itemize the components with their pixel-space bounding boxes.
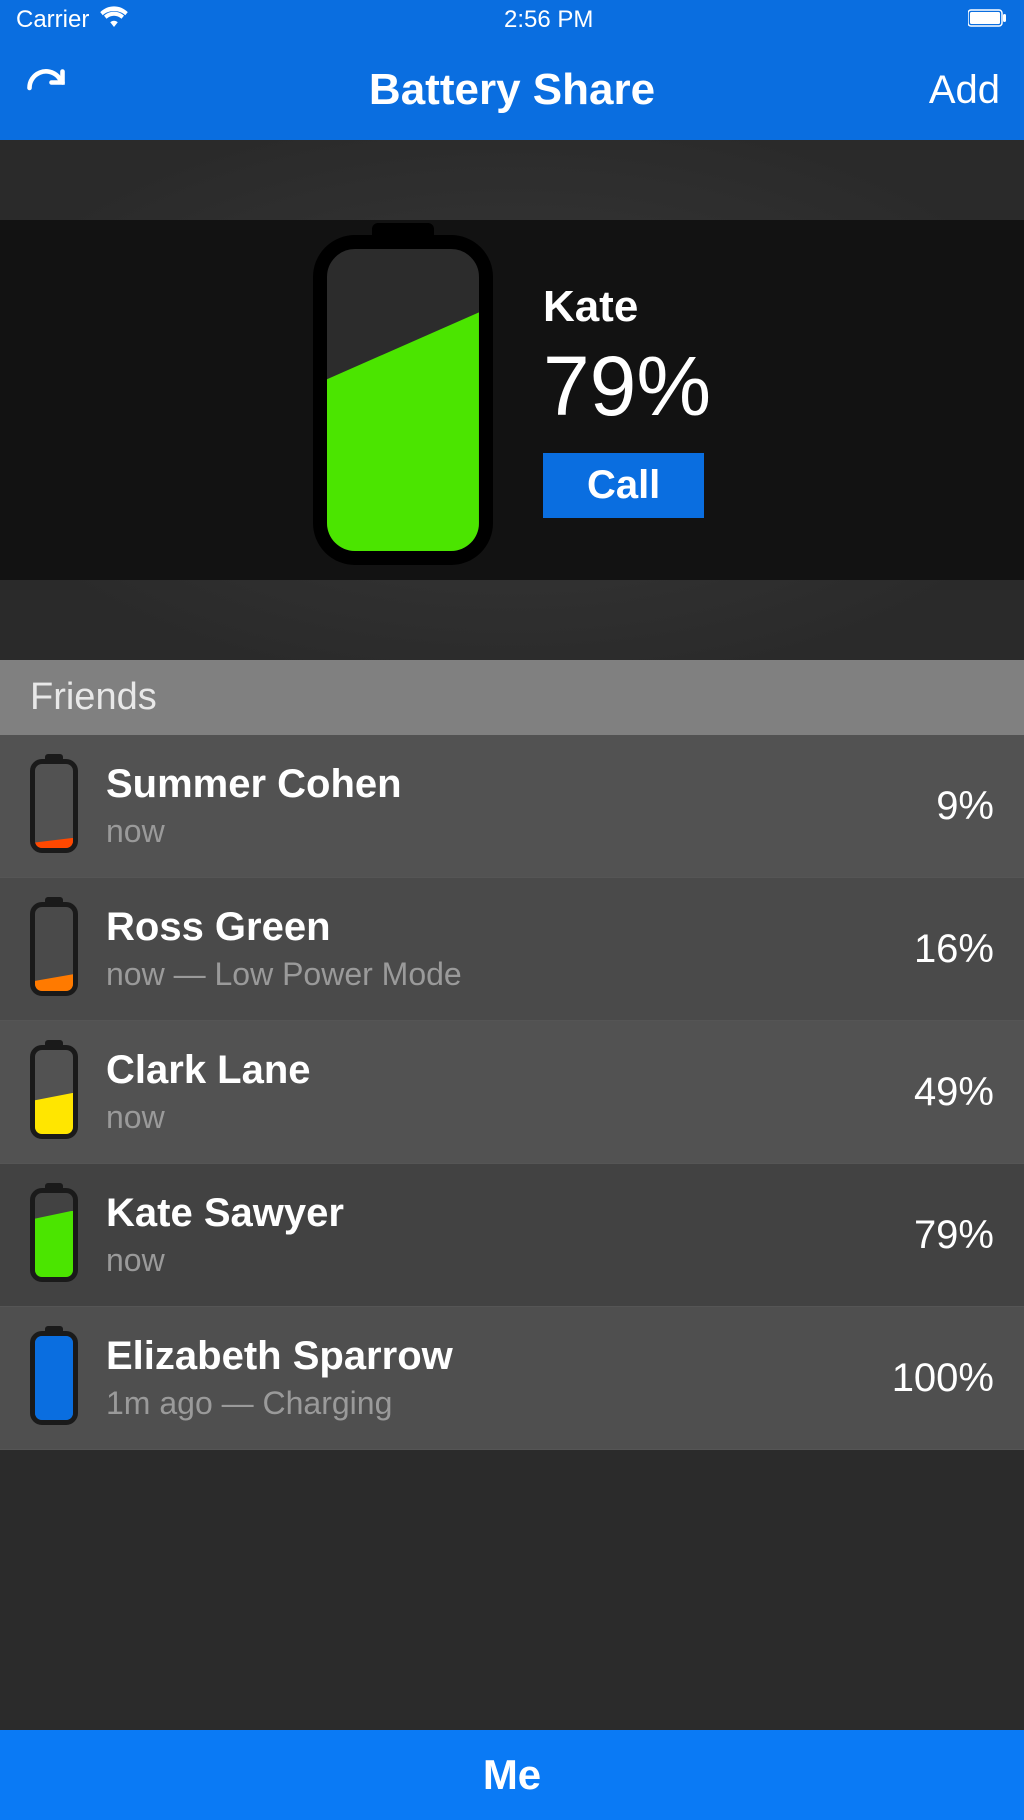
- friend-name: Ross Green: [106, 905, 886, 950]
- friend-row[interactable]: Elizabeth Sparrow 1m ago — Charging 100%: [0, 1307, 1024, 1450]
- status-bar: Carrier 2:56 PM: [0, 0, 1024, 40]
- friend-percent: 100%: [892, 1356, 994, 1401]
- friend-name: Summer Cohen: [106, 762, 908, 807]
- friend-name: Elizabeth Sparrow: [106, 1334, 864, 1379]
- friend-percent: 49%: [914, 1070, 994, 1115]
- friends-list: Summer Cohen now 9% Ross Green now — Low…: [0, 735, 1024, 1450]
- add-button[interactable]: Add: [880, 68, 1000, 113]
- friend-name: Clark Lane: [106, 1048, 886, 1093]
- carrier-label: Carrier: [16, 6, 89, 34]
- friends-section-header: Friends: [0, 660, 1024, 735]
- friend-text: Kate Sawyer now: [106, 1191, 886, 1279]
- friend-name: Kate Sawyer: [106, 1191, 886, 1236]
- friend-percent: 79%: [914, 1213, 994, 1258]
- friend-status: now: [106, 1242, 886, 1279]
- friend-row[interactable]: Clark Lane now 49%: [0, 1021, 1024, 1164]
- friend-status: now — Low Power Mode: [106, 956, 886, 993]
- hero-name: Kate: [543, 282, 711, 332]
- hero-info: Kate 79% Call: [543, 282, 711, 518]
- hero-battery-icon: [313, 235, 493, 565]
- battery-icon: [30, 902, 78, 996]
- refresh-button[interactable]: [24, 66, 144, 115]
- friend-status: now: [106, 813, 908, 850]
- tab-me[interactable]: Me: [0, 1730, 1024, 1820]
- friend-text: Clark Lane now: [106, 1048, 886, 1136]
- status-battery-icon: [968, 6, 1008, 34]
- battery-icon: [30, 1045, 78, 1139]
- hero-panel: Kate 79% Call: [0, 140, 1024, 660]
- wifi-icon: [99, 6, 129, 35]
- call-button[interactable]: Call: [543, 453, 704, 518]
- friend-text: Ross Green now — Low Power Mode: [106, 905, 886, 993]
- hero-inner: Kate 79% Call: [0, 220, 1024, 580]
- friend-row[interactable]: Kate Sawyer now 79%: [0, 1164, 1024, 1307]
- status-left: Carrier: [16, 6, 129, 35]
- nav-bar: Battery Share Add: [0, 40, 1024, 140]
- battery-icon: [30, 759, 78, 853]
- status-time: 2:56 PM: [504, 6, 593, 34]
- friend-row[interactable]: Ross Green now — Low Power Mode 16%: [0, 878, 1024, 1021]
- friend-text: Summer Cohen now: [106, 762, 908, 850]
- hero-percent: 79%: [543, 338, 711, 435]
- friend-text: Elizabeth Sparrow 1m ago — Charging: [106, 1334, 864, 1422]
- battery-icon: [30, 1188, 78, 1282]
- friend-status: now: [106, 1099, 886, 1136]
- friend-row[interactable]: Summer Cohen now 9%: [0, 735, 1024, 878]
- page-title: Battery Share: [144, 65, 880, 115]
- battery-icon: [30, 1331, 78, 1425]
- friend-percent: 9%: [936, 784, 994, 829]
- refresh-icon: [24, 66, 68, 115]
- friend-status: 1m ago — Charging: [106, 1385, 864, 1422]
- friend-percent: 16%: [914, 927, 994, 972]
